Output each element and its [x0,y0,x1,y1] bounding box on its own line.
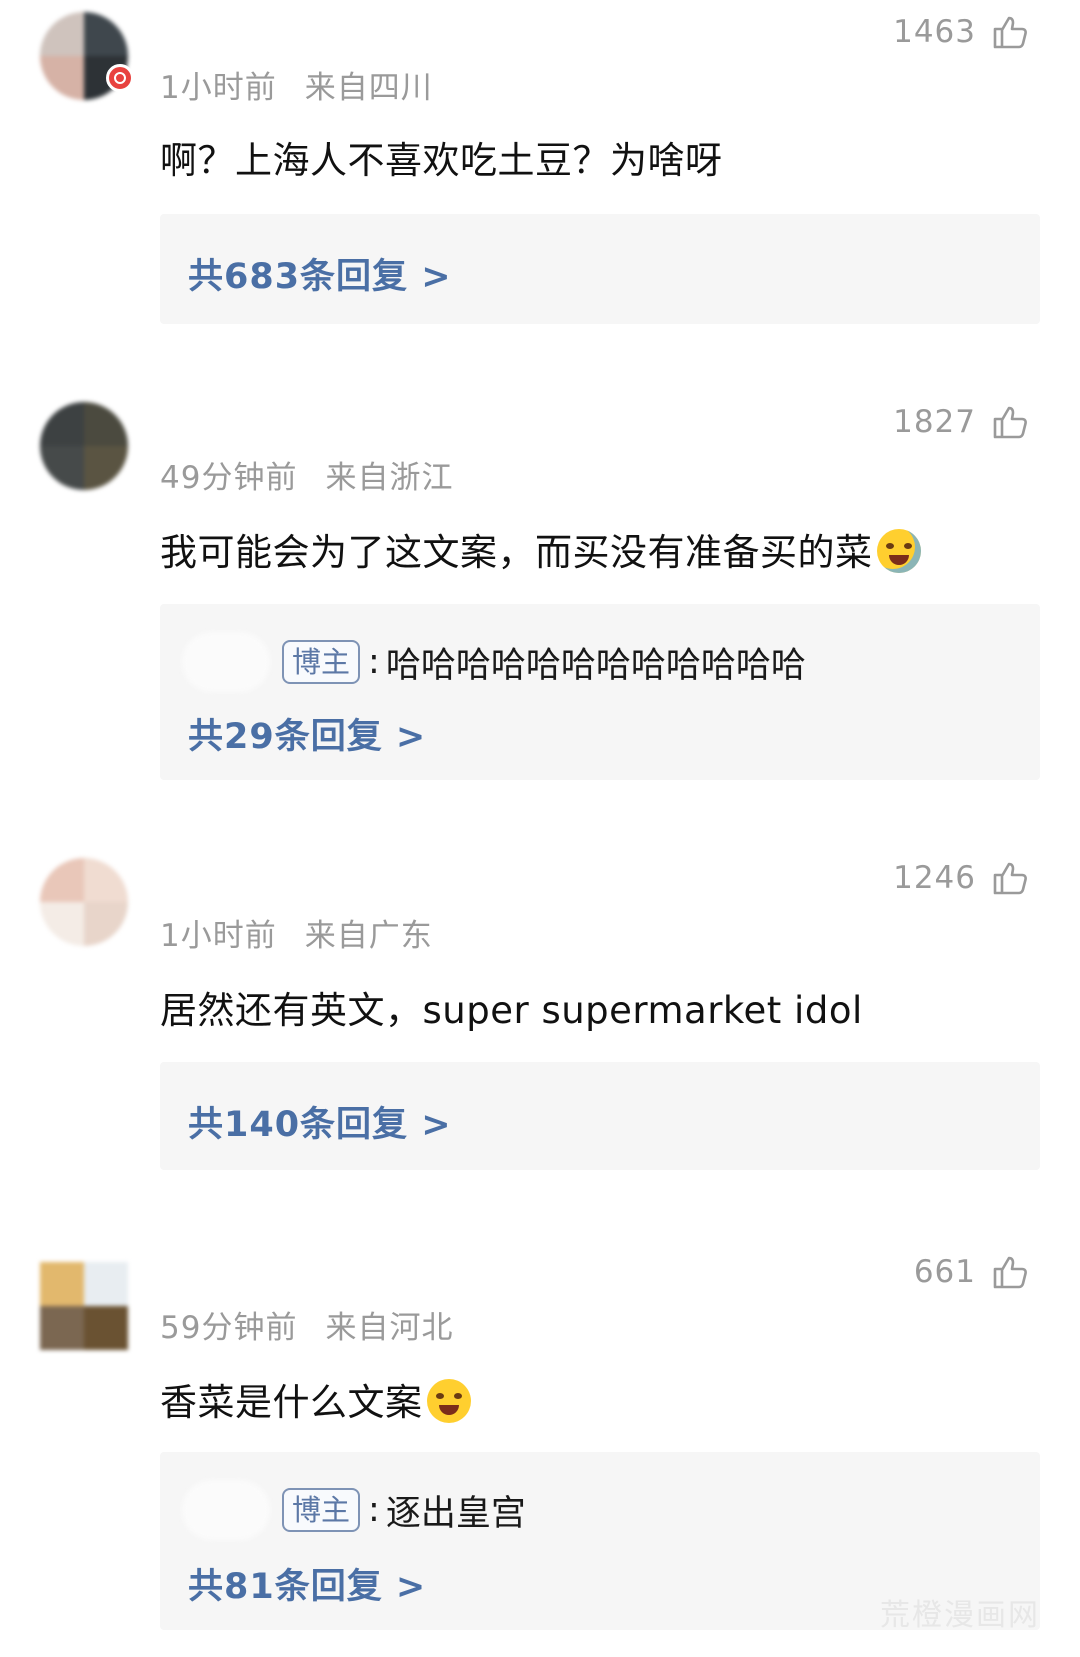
blogger-tag: 博主 [282,1488,361,1532]
thumbs-up-icon [993,406,1027,439]
view-replies-link[interactable]: 共29条回复 > [188,708,426,759]
reply-box[interactable]: 共140条回复 > [160,1062,1040,1170]
like-button[interactable]: 1827 [893,402,1030,442]
avatar[interactable] [40,858,128,946]
comment-location: 来自四川 [304,70,433,106]
comment-time: 59分钟前 [160,1310,298,1346]
watermark: 荒橙漫画网 [880,1598,1040,1633]
reply-box[interactable]: 共683条回复 > [160,214,1040,324]
comment-time: 1小时前 [160,918,277,954]
like-button[interactable]: 1463 [893,12,1030,52]
author-reply: 博主 : 逐出皇宫 [182,1480,526,1540]
comment-text: 我可能会为了这文案，而买没有准备买的菜 [160,522,1020,576]
thumbs-up-icon [993,16,1027,49]
comment-text: 啊？上海人不喜欢吃土豆？为啥呀 [160,139,723,182]
author-reply-text: 逐出皇宫 [385,1493,526,1534]
author-avatar[interactable] [182,1480,270,1540]
comment-text-content: 香菜是什么文案 [160,1381,423,1424]
like-count: 1827 [893,404,976,440]
comment-meta: 1小时前 来自四川 [160,62,433,107]
reply-box[interactable]: 博主 : 哈哈哈哈哈哈哈哈哈哈哈哈 共29条回复 > [160,604,1040,780]
comment-text-content: 我可能会为了这文案，而买没有准备买的菜 [160,531,873,574]
like-count: 661 [913,1254,976,1290]
crying-laughing-emoji-icon [876,529,921,573]
comment-text: 香菜是什么文案 [160,1372,1020,1426]
comment-location: 来自广东 [304,918,433,954]
comment-meta: 49分钟前 来自浙江 [160,452,453,497]
author-reply: 博主 : 哈哈哈哈哈哈哈哈哈哈哈哈 [182,632,806,692]
author-avatar[interactable] [182,632,270,692]
comment-location: 来自浙江 [325,460,454,496]
blogger-tag: 博主 [282,640,361,684]
comment-meta: 59分钟前 来自河北 [160,1302,453,1347]
view-replies-link[interactable]: 共140条回复 > [188,1096,452,1147]
like-button[interactable]: 661 [914,1252,1030,1292]
like-count: 1246 [893,860,976,896]
author-reply-separator: : [368,642,380,682]
comment-time: 49分钟前 [160,460,298,496]
comment-text: 居然还有英文，super supermarket idol [160,989,863,1032]
author-reply-text: 哈哈哈哈哈哈哈哈哈哈哈哈 [385,645,806,686]
comment-time: 1小时前 [160,70,277,106]
view-replies-link[interactable]: 共683条回复 > [188,248,452,299]
verified-badge-icon [106,64,134,92]
avatar[interactable] [40,402,128,490]
like-button[interactable]: 1246 [893,858,1030,898]
comment-meta: 1小时前 来自广东 [160,910,433,955]
view-replies-link[interactable]: 共81条回复 > [188,1558,426,1609]
crying-emoji-icon [426,1379,471,1423]
thumbs-up-icon [993,1256,1027,1289]
comment-location: 来自河北 [325,1310,454,1346]
author-reply-separator: : [368,1490,380,1530]
avatar[interactable] [40,1262,128,1350]
like-count: 1463 [893,14,976,50]
thumbs-up-icon [993,862,1027,895]
